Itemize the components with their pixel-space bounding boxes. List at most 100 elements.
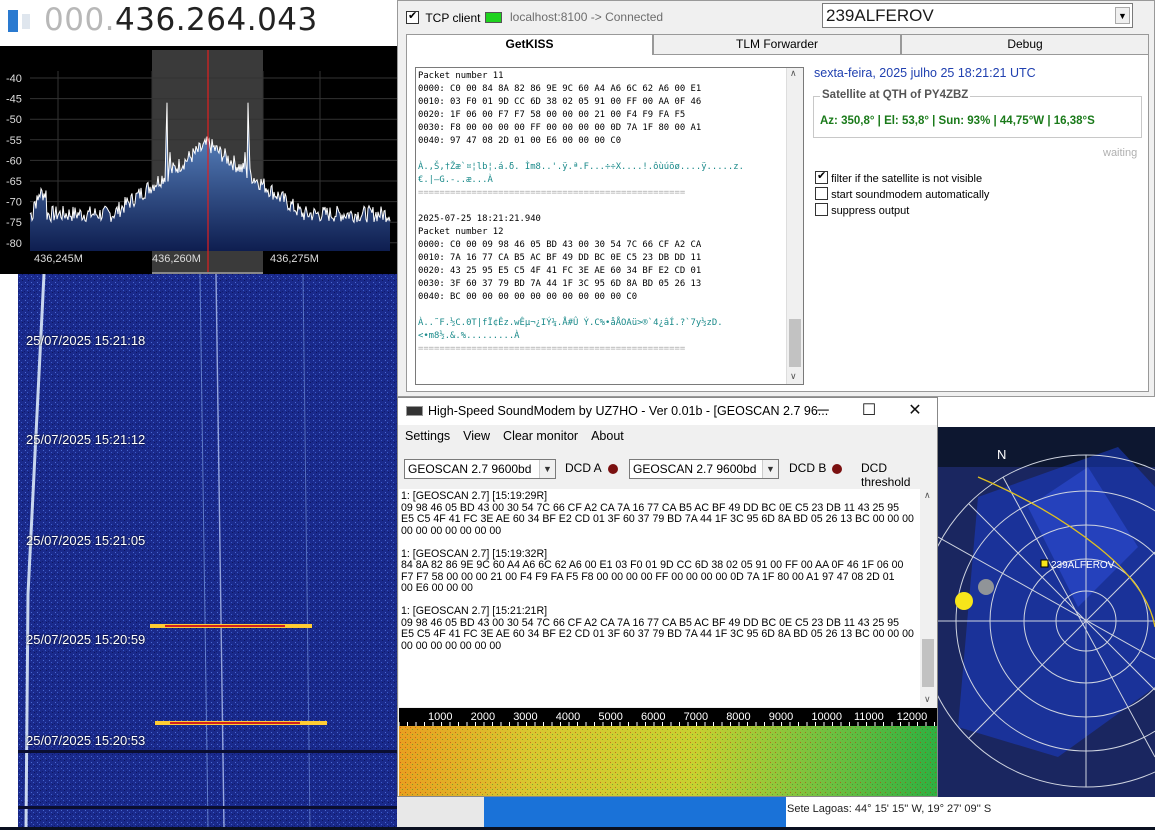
menu-clear-monitor[interactable]: Clear monitor: [503, 429, 578, 443]
moon-icon: [978, 579, 994, 595]
tcp-client-toggle[interactable]: TCP client: [406, 9, 481, 25]
menu-view[interactable]: View: [463, 429, 490, 443]
y-axis-labels: -40 -45 -50 -55 -60 -65 -70 -75 -80: [6, 73, 22, 250]
dcd-threshold-label: DCD threshold: [861, 461, 911, 489]
y-tick-label: -80: [6, 238, 22, 250]
option-filter[interactable]: filter if the satellite is not visible: [815, 169, 983, 185]
y-tick-label: -45: [6, 94, 22, 106]
y-tick-label: -75: [6, 217, 22, 229]
audio-waterfall-image: [399, 726, 937, 796]
scroll-down-icon[interactable]: ∨: [924, 694, 931, 705]
satellite-position: Az: 350,8° | El: 53,8° | Sun: 93% | 44,7…: [820, 115, 1095, 127]
ruler-label: 1000: [428, 711, 452, 723]
ruler-label: 3000: [513, 711, 537, 723]
y-tick-label: -55: [6, 135, 22, 147]
tab-getkiss[interactable]: GetKISS: [406, 34, 653, 56]
y-tick-label: -70: [6, 197, 22, 209]
audio-waterfall: [399, 726, 937, 796]
close-icon[interactable]: ✕: [892, 398, 938, 425]
tcp-client-checkbox[interactable]: [406, 9, 419, 24]
chevron-down-icon[interactable]: ▼: [1115, 7, 1130, 24]
frequency-display[interactable]: 000.436.264.043: [44, 2, 318, 38]
waterfall-display[interactable]: 25/07/2025 15:21:18 25/07/2025 15:21:12 …: [0, 273, 397, 828]
y-tick-label: -50: [6, 114, 22, 126]
modem-b-value: GEOSCAN 2.7 9600bd: [633, 462, 757, 476]
x-tick-3: 436,275M: [270, 253, 319, 265]
ruler-label: 4000: [556, 711, 580, 723]
scrollbar-thumb[interactable]: [789, 319, 801, 367]
packet-separator: ========================================…: [418, 188, 686, 198]
location-text: Sete Lagoas: 44° 15' 15'' W, 19° 27' 09'…: [787, 803, 992, 815]
tab-tlm-forwarder[interactable]: TLM Forwarder: [653, 34, 901, 55]
monitor-scrollbar[interactable]: ∧ ∨: [920, 489, 937, 707]
waterfall-timestamp: 25/07/2025 15:20:53: [26, 733, 146, 748]
ruler-label: 12000: [897, 711, 928, 723]
y-tick-label: -40: [6, 73, 22, 85]
scroll-up-icon[interactable]: ∧: [790, 68, 797, 79]
soundmodem-titlebar[interactable]: High-Speed SoundModem by UZ7HO - Ver 0.0…: [398, 398, 937, 425]
start-soundmodem-checkbox[interactable]: [815, 187, 828, 200]
tab-debug[interactable]: Debug: [901, 34, 1149, 55]
packet-hex-11: Packet number 11 0000: C0 00 84 8A 82 86…: [418, 71, 702, 146]
x-tick-2: 436,260M: [152, 253, 201, 265]
packet-timestamp: 2025-07-25 18:21:21.940: [418, 214, 541, 224]
monitor-text: 1: [GEOSCAN 2.7] [15:19:29R] 09 98 46 05…: [401, 490, 914, 652]
packet-log-scrollbar[interactable]: ∧ ∨: [786, 68, 803, 384]
satellite-marker-label: 239ALFEROV: [1051, 560, 1115, 571]
frequency-value: 436.264.043: [115, 2, 318, 38]
ruler-label: 11000: [854, 711, 884, 723]
waterfall-timestamp: 25/07/2025 15:21:12: [26, 432, 146, 447]
location-bar: Sete Lagoas: 44° 15' 15'' W, 19° 27' 09'…: [786, 797, 1155, 827]
soundmodem-window: High-Speed SoundModem by UZ7HO - Ver 0.0…: [397, 397, 938, 797]
modem-a-value: GEOSCAN 2.7 9600bd: [408, 462, 532, 476]
packet-hex-12: Packet number 12 0000: C0 00 09 98 46 05…: [418, 227, 702, 302]
option-start-soundmodem[interactable]: start soundmodem automatically: [815, 187, 989, 201]
chevron-down-icon[interactable]: ▼: [539, 460, 555, 478]
dcd-a-label: DCD A: [565, 461, 602, 475]
polar-chart: N 239ALFEROV: [938, 447, 1155, 800]
sdr-frequency-header: 000.436.264.043: [0, 0, 397, 46]
ruler-label: 5000: [598, 711, 622, 723]
x-tick-1: 436,245M: [34, 253, 83, 265]
taskbar-fragment: [397, 797, 484, 827]
packet-separator: ========================================…: [418, 344, 686, 354]
status-waiting: waiting: [1103, 147, 1138, 159]
spectrum-plot: -40 -45 -50 -55 -60 -65 -70 -75 -80 436,245M 436…: [6, 50, 397, 274]
filter-checkbox[interactable]: [815, 169, 828, 184]
packet-log[interactable]: Packet number 11 0000: C0 00 84 8A 82 86…: [415, 67, 804, 385]
minimize-icon[interactable]: ─: [800, 398, 846, 425]
option-suppress[interactable]: suppress output: [815, 203, 909, 217]
maximize-icon[interactable]: ☐: [846, 398, 892, 425]
dcd-b-led-icon: [832, 464, 842, 474]
menu-settings[interactable]: Settings: [405, 429, 450, 443]
y-tick-label: -65: [6, 176, 22, 188]
polar-topbar: [938, 397, 1155, 427]
satellite-marker-icon: [1040, 559, 1049, 568]
scroll-up-icon[interactable]: ∧: [924, 490, 931, 501]
filter-label: filter if the satellite is not visible: [831, 173, 983, 185]
tcp-client-label: TCP client: [425, 11, 481, 25]
frequency-ruler[interactable]: 1000 2000 3000 4000 5000 6000 7000 8000 9000 1000…: [398, 708, 937, 726]
suppress-label: suppress output: [831, 205, 910, 217]
spectrum-panel[interactable]: -40 -45 -50 -55 -60 -65 -70 -75 -80 436,245M 436…: [0, 46, 397, 274]
menu-bar: Settings View Clear monitor About: [405, 429, 637, 443]
y-tick-label: -60: [6, 155, 22, 167]
ruler-ticks: 1000 2000 3000 4000 5000 6000 7000 8000 9000 1000…: [398, 711, 935, 726]
menu-about[interactable]: About: [591, 429, 624, 443]
waterfall-timestamp: 25/07/2025 15:21:18: [26, 333, 146, 348]
vfo-marker-shadow: [22, 14, 30, 29]
suppress-checkbox[interactable]: [815, 203, 828, 216]
monitor-log[interactable]: 1: [GEOSCAN 2.7] [15:19:29R] 09 98 46 05…: [399, 489, 937, 707]
modem-a-select[interactable]: GEOSCAN 2.7 9600bd ▼: [404, 459, 556, 479]
chevron-down-icon[interactable]: ▼: [762, 460, 778, 478]
utc-datetime: sexta-feira, 2025 julho 25 18:21:21 UTC: [814, 66, 1036, 80]
window-title: High-Speed SoundModem by UZ7HO - Ver 0.0…: [428, 404, 829, 418]
scrollbar-thumb[interactable]: [922, 639, 934, 687]
scroll-down-icon[interactable]: ∨: [790, 371, 797, 382]
sky-polar-plot: N 239ALFEROV: [938, 427, 1155, 800]
modem-b-select[interactable]: GEOSCAN 2.7 9600bd ▼: [629, 459, 779, 479]
ruler-label: 7000: [684, 711, 708, 723]
satellite-select[interactable]: 239ALFEROV ▼: [822, 3, 1133, 28]
sun-icon: [955, 592, 973, 610]
start-soundmodem-label: start soundmodem automatically: [831, 189, 990, 201]
